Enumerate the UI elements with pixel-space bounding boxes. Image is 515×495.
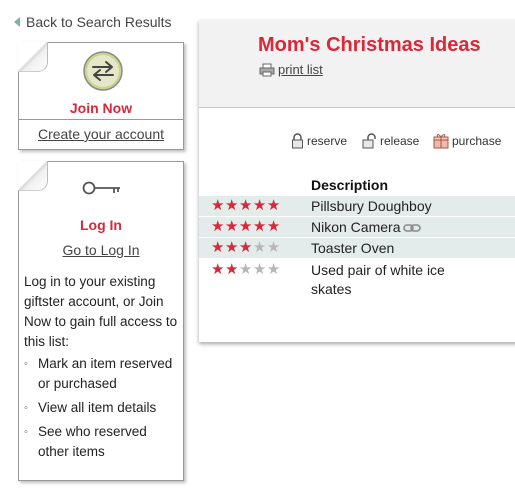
key-icon [81,180,123,201]
item-description[interactable]: Pillsbury Doughboy [311,197,456,216]
legend-purchase-label: purchase [452,134,502,148]
star-filled-icon: ★ [266,197,281,214]
log-in-title[interactable]: Log In [19,217,183,233]
legend-release-label: release [380,134,420,148]
rating-stars: ★★★★★ [211,261,281,278]
create-account-link[interactable]: Create your account [19,126,183,142]
page-curl-decoration [18,161,48,191]
star-filled-icon: ★ [224,218,239,235]
star-filled-icon: ★ [224,239,239,256]
back-link-label: Back to Search Results [26,14,172,30]
page-title: Mom's Christmas Ideas [258,34,481,56]
star-filled-icon: ★ [211,218,225,235]
star-filled-icon: ★ [211,197,225,214]
star-filled-icon: ★ [211,261,225,278]
link-icon[interactable] [403,219,422,238]
star-filled-icon: ★ [224,261,239,278]
star-filled-icon: ★ [252,197,267,214]
star-empty-icon: ★ [252,261,267,278]
join-divider [19,119,183,120]
printer-icon [259,63,275,76]
star-empty-icon: ★ [238,261,253,278]
item-description-text: Toaster Oven [311,240,395,256]
star-filled-icon: ★ [252,218,267,235]
list-item: Mark an item reserved or purchased [24,354,181,394]
wishlist-header: Mom's Christmas Ideas print list [199,20,515,108]
star-filled-icon: ★ [238,239,253,256]
legend-purchase: purchase [433,133,501,149]
rating-stars: ★★★★★ [211,239,281,256]
item-description-text: Used pair of white ice skates [311,262,445,297]
print-list-label: print list [278,62,323,77]
join-now-title[interactable]: Join Now [19,100,183,116]
login-card: Log In Go to Log In Log in to your exist… [18,161,184,481]
star-filled-icon: ★ [238,197,253,214]
back-arrow-icon [14,17,20,27]
star-filled-icon: ★ [224,197,239,214]
star-empty-icon: ★ [252,239,267,256]
rating-stars: ★★★★★ [211,197,281,214]
star-filled-icon: ★ [266,218,281,235]
print-list-link[interactable]: print list [259,62,323,77]
item-description[interactable]: Nikon Camera [311,218,456,238]
login-description: Log in to your existing giftster account… [24,274,178,349]
unlock-icon [362,133,376,149]
page-curl-decoration [18,42,48,72]
table-row[interactable]: ★★★★★ Pillsbury Doughboy [199,196,515,216]
legend-reserve-label: reserve [307,134,348,148]
benefits-list: Mark an item reserved or purchased View … [24,354,181,466]
table-row[interactable]: ★★★★★ Toaster Oven [199,238,515,258]
item-description-text: Nikon Camera [311,219,401,235]
description-column-header: Description [311,177,389,193]
star-empty-icon: ★ [266,239,281,256]
join-card: Join Now Create your account [18,42,184,150]
list-item: View all item details [24,398,181,418]
back-to-search-link[interactable]: Back to Search Results [14,14,172,30]
table-row[interactable]: ★★★★★ Nikon Camera [199,217,515,237]
legend-reserve: reserve [291,133,347,149]
gift-icon [433,134,449,149]
wishlist-panel: Mom's Christmas Ideas print list reserve… [199,20,515,342]
list-item: See who reserved other items [24,422,181,462]
item-description[interactable]: Toaster Oven [311,239,456,258]
join-exchange-icon [81,49,125,98]
star-filled-icon: ★ [211,239,225,256]
rating-stars: ★★★★★ [211,218,281,235]
go-to-login-link[interactable]: Go to Log In [19,242,183,258]
star-filled-icon: ★ [238,218,253,235]
table-row[interactable]: ★★★★★ Used pair of white ice skates [199,260,515,300]
item-description-text: Pillsbury Doughboy [311,198,432,214]
star-empty-icon: ★ [266,261,281,278]
lock-icon [292,133,303,149]
legend-release: release [362,133,419,149]
item-description[interactable]: Used pair of white ice skates [311,261,456,299]
